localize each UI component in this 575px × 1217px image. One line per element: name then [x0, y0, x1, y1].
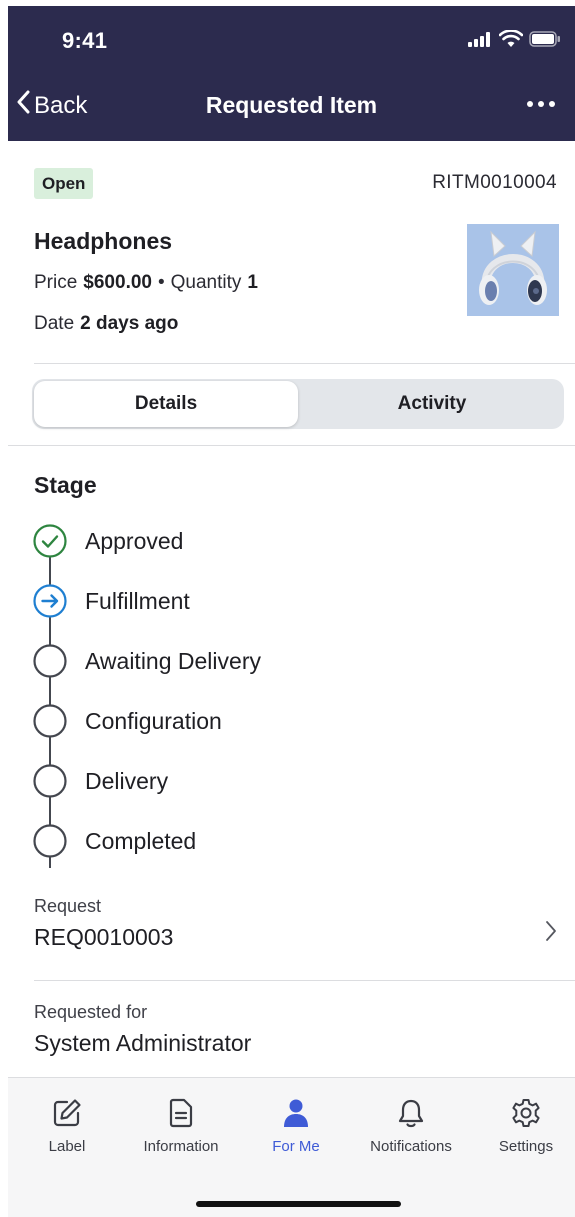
signal-icon — [467, 31, 493, 52]
quantity-value: 1 — [247, 272, 258, 293]
stage-heading: Stage — [34, 472, 97, 498]
date-value: 2 days ago — [80, 313, 179, 334]
check-circle-icon — [32, 523, 68, 559]
stage-label: Configuration — [85, 707, 222, 734]
stage-item-approved: Approved — [32, 521, 552, 561]
home-indicator — [196, 1201, 401, 1207]
empty-circle-icon — [32, 763, 68, 799]
tabbar-item-settings[interactable]: Settings — [471, 1096, 575, 1155]
empty-circle-icon — [32, 703, 68, 739]
segmented-tabs: Details Activity — [32, 379, 564, 429]
item-name: Headphones — [34, 228, 173, 254]
stage-item-completed: Completed — [32, 821, 552, 861]
price-quantity-row: Price $600.00 • Quantity 1 — [34, 272, 258, 294]
app-header: 9:41 Back Requested Item — [8, 6, 575, 141]
wifi-icon — [498, 29, 524, 53]
divider — [8, 445, 575, 446]
bell-icon — [394, 1096, 428, 1130]
date-label: Date — [34, 313, 75, 334]
empty-circle-icon — [32, 823, 68, 859]
tab-details[interactable]: Details — [34, 381, 298, 427]
document-icon — [164, 1096, 198, 1130]
requested-for-value: System Administrator — [34, 1030, 252, 1056]
divider — [34, 363, 575, 364]
status-badge: Open — [34, 168, 94, 199]
request-value: REQ0010003 — [34, 924, 174, 950]
battery-icon — [529, 31, 561, 52]
divider — [34, 980, 575, 981]
tabbar-item-label[interactable]: Label — [12, 1096, 122, 1155]
gear-icon — [509, 1096, 543, 1130]
date-row: Date 2 days ago — [34, 313, 178, 335]
item-number: RITM0010004 — [432, 172, 557, 193]
person-icon — [279, 1096, 313, 1130]
status-icons — [467, 29, 561, 53]
price-value: $600.00 — [83, 272, 152, 293]
requested-for-label: Requested for — [34, 1002, 148, 1022]
separator-dot: • — [157, 272, 165, 293]
edit-icon — [50, 1096, 84, 1130]
status-time: 9:41 — [62, 28, 108, 53]
stage-label: Fulfillment — [85, 587, 190, 614]
request-row[interactable]: Request REQ0010003 — [34, 896, 575, 966]
requested-for-row: Requested for System Administrator — [34, 1002, 575, 1057]
stage-label: Completed — [85, 827, 197, 854]
quantity-label: Quantity — [170, 272, 242, 293]
tabbar-label: For Me — [272, 1138, 320, 1155]
tabbar-item-notifications[interactable]: Notifications — [356, 1096, 466, 1155]
empty-circle-icon — [32, 643, 68, 679]
page-title: Requested Item — [205, 92, 378, 118]
arrow-right-circle-icon — [32, 583, 68, 619]
tabbar-item-information[interactable]: Information — [126, 1096, 236, 1155]
stage-item-delivery: Delivery — [32, 761, 552, 801]
more-icon[interactable] — [527, 94, 555, 114]
stage-label: Approved — [85, 527, 184, 554]
stage-item-awaiting-delivery: Awaiting Delivery — [32, 641, 552, 681]
price-label: Price — [34, 272, 78, 293]
tab-activity[interactable]: Activity — [300, 379, 564, 429]
headphones-image — [467, 224, 559, 316]
tabbar-label: Settings — [498, 1138, 554, 1155]
stage-item-fulfillment: Fulfillment — [32, 581, 552, 621]
request-label: Request — [34, 896, 102, 916]
stage-label: Delivery — [85, 767, 169, 794]
tabbar-label: Information — [143, 1138, 219, 1155]
stage-label: Awaiting Delivery — [85, 647, 261, 674]
chevron-right-icon — [545, 920, 557, 947]
requested-item-screen: 9:41 Back Requested Item Open RITM001000… — [8, 6, 575, 1217]
tabbar-item-for-me[interactable]: For Me — [241, 1096, 351, 1155]
tabbar-label: Notifications — [370, 1138, 452, 1155]
tabbar-label: Label — [48, 1138, 86, 1155]
stage-item-configuration: Configuration — [32, 701, 552, 741]
bottom-tab-bar: Label Information For Me Notifications S… — [8, 1077, 575, 1217]
